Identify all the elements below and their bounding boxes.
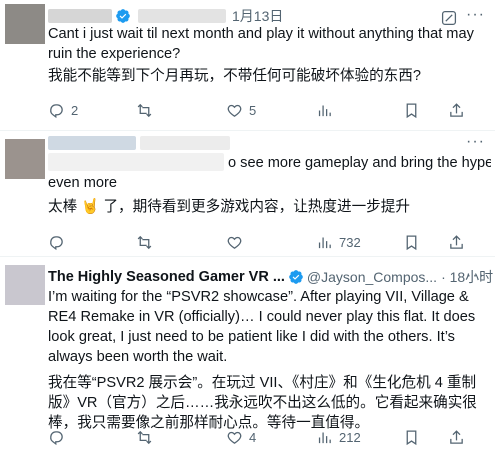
- like-count: 4: [249, 429, 257, 445]
- tweet-header: 1月13日: [48, 6, 283, 26]
- share-icon: [450, 429, 463, 444]
- views-button[interactable]: [316, 102, 339, 119]
- like-count: 5: [249, 102, 257, 118]
- user-handle[interactable]: @Jayson_Compos...: [307, 269, 437, 285]
- tweet-text-english: Cant i just wait til next month and play…: [48, 26, 474, 62]
- tweet-actions: 732: [48, 233, 488, 251]
- tweet-text-english-line2: even more: [48, 175, 117, 191]
- repost-button[interactable]: [136, 102, 159, 119]
- redacted-text: [48, 153, 224, 171]
- reply-icon: [50, 430, 63, 445]
- views-icon: [318, 432, 331, 443]
- repost-button[interactable]: [136, 429, 159, 446]
- tweet-text-english-line1: o see more gameplay and bring the hype u…: [228, 155, 491, 171]
- share-button[interactable]: [448, 102, 465, 119]
- like-button[interactable]: 4: [226, 429, 256, 446]
- tweet-reply-3[interactable]: The Highly Seasoned Gamer VR ... @Jayson…: [0, 257, 495, 455]
- tweet-reply-1[interactable]: 1月13日 ··· Cant i just wait til next mont…: [0, 0, 495, 131]
- bookmark-button[interactable]: [403, 234, 420, 251]
- tweet-header: [48, 133, 230, 153]
- heart-icon: [227, 104, 242, 117]
- repost-button[interactable]: [136, 234, 159, 251]
- like-button[interactable]: [226, 234, 249, 251]
- verified-badge-icon: [288, 269, 304, 285]
- reply-feed: 1月13日 ··· Cant i just wait til next mont…: [0, 0, 495, 455]
- reply-button[interactable]: 2: [48, 102, 78, 119]
- bookmark-icon: [406, 429, 417, 445]
- reply-icon: [50, 235, 63, 250]
- share-icon: [450, 102, 463, 117]
- redacted-handle: [138, 9, 226, 23]
- avatar[interactable]: [5, 4, 45, 44]
- reply-button[interactable]: [48, 429, 71, 446]
- tweet-text-english: I’m waiting for the “PSVR2 showcase”. Af…: [48, 289, 476, 365]
- share-icon: [450, 234, 463, 249]
- bookmark-button[interactable]: [403, 429, 420, 446]
- more-icon[interactable]: ···: [466, 6, 485, 24]
- share-button[interactable]: [448, 234, 465, 251]
- reply-count: 2: [71, 102, 79, 118]
- bookmark-icon: [406, 102, 417, 118]
- bookmark-icon: [406, 234, 417, 250]
- avatar[interactable]: [5, 265, 45, 305]
- tweet-text-chinese: 我在等“PSVR2 展示会”。在玩过 VII、《村庄》和《生化危机 4 重制版》…: [48, 375, 477, 431]
- avatar[interactable]: [5, 139, 45, 179]
- verified-badge-icon: [115, 8, 131, 24]
- views-icon: [318, 105, 331, 116]
- redacted-handle: [140, 136, 230, 150]
- tweet-date[interactable]: 1月13日: [232, 6, 283, 26]
- tweet-text-chinese: 我能不能等到下个月再玩，不带任何可能破坏体验的东西?: [48, 68, 421, 84]
- more-icon[interactable]: ···: [466, 133, 485, 151]
- tweet-text-chinese: 太棒 🤘 了，期待看到更多游戏内容，让热度进一步提升: [48, 199, 410, 215]
- views-button[interactable]: 212: [316, 429, 361, 446]
- like-button[interactable]: 5: [226, 102, 256, 119]
- share-button[interactable]: [448, 429, 465, 446]
- views-icon: [318, 237, 331, 248]
- heart-icon: [227, 236, 242, 249]
- repost-icon: [137, 430, 152, 444]
- redacted-display-name: [48, 9, 112, 23]
- views-count: 732: [339, 234, 361, 250]
- reply-button[interactable]: [48, 234, 71, 251]
- tweet-actions: 4 212: [48, 428, 488, 446]
- repost-icon: [137, 103, 152, 117]
- bookmark-button[interactable]: [403, 102, 420, 119]
- display-name[interactable]: The Highly Seasoned Gamer VR ...: [48, 269, 285, 285]
- tweet-reply-2[interactable]: ··· o see more gameplay and bring the hy…: [0, 131, 495, 257]
- repost-icon: [137, 235, 152, 249]
- more-icon[interactable]: ···: [466, 267, 485, 285]
- tweet-actions: 2 5: [48, 101, 488, 119]
- heart-icon: [227, 431, 242, 444]
- tweet-header: The Highly Seasoned Gamer VR ... @Jayson…: [48, 267, 495, 287]
- views-button[interactable]: 732: [316, 234, 361, 251]
- reply-icon: [50, 103, 63, 118]
- views-count: 212: [339, 429, 361, 445]
- redacted-display-name: [48, 136, 136, 150]
